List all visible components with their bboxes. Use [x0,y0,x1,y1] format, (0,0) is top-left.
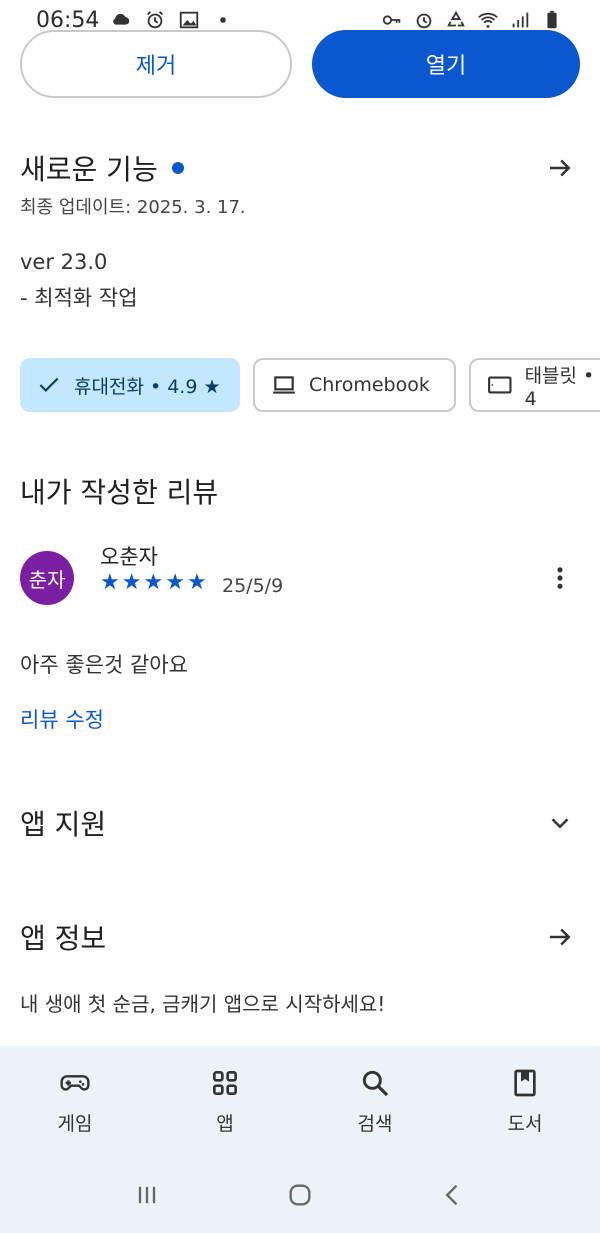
image-icon [177,8,201,32]
my-review-header: 내가 작성한 리뷰 [20,471,580,511]
nav-games-label: 게임 [57,1112,93,1135]
battery-icon [540,8,564,32]
app-info-title: 앱 정보 [20,922,107,955]
key-icon [380,8,404,32]
review-text: 아주 좋은것 같아요 [20,653,188,677]
star-icon: ★ [100,570,120,595]
system-nav-bar [0,1156,600,1233]
my-review-title: 내가 작성한 리뷰 [20,476,219,509]
status-time: 06:54 [36,7,100,33]
remove-button[interactable]: 제거 [20,30,292,98]
review-date: 25/5/9 [222,575,284,597]
bottom-nav: 게임 앱 검색 도서 [0,1046,600,1156]
version-text: ver 23.0 [20,250,108,274]
nav-books[interactable]: 도서 [450,1046,600,1156]
recycle-icon [444,8,468,32]
new-indicator-dot [171,162,184,174]
search-icon [362,1070,389,1096]
app-info-header[interactable]: 앱 정보 [20,917,580,957]
nav-search[interactable]: 검색 [300,1046,450,1156]
chevron-down-icon[interactable] [540,803,580,843]
wifi-icon [476,8,500,32]
open-button[interactable]: 열기 [312,30,580,98]
star-icon: ★ [121,570,142,595]
release-note: - 최적화 작업 [20,286,138,310]
arrow-right-icon[interactable] [540,148,580,188]
alarm-icon [143,8,167,32]
nav-apps-label: 앱 [216,1112,234,1135]
nav-search-label: 검색 [357,1112,393,1135]
back-icon[interactable] [433,1175,473,1215]
chip-tablet-label: 태블릿 • 4 [524,364,595,410]
reviewer-name: 오춘자 [100,545,158,569]
star-icon: ★ [143,570,164,595]
home-icon[interactable] [280,1175,320,1215]
avatar: 춘자 [20,551,74,605]
star-icon: ★ [186,570,207,595]
recent-apps-icon[interactable] [127,1175,167,1215]
signal-icon [508,8,532,32]
gamepad-icon [60,1074,90,1091]
edit-review-link[interactable]: 리뷰 수정 [20,704,104,734]
nav-games[interactable]: 게임 [0,1046,150,1156]
chip-phone[interactable]: 휴대전화 • 4.9 ★ [20,358,240,412]
last-updated: 최종 업데이트: 2025. 3. 17. [20,197,246,218]
whats-new-title: 새로운 기능 [20,153,158,186]
chip-tablet[interactable]: 태블릿 • 4 [469,358,600,412]
arrow-right-icon[interactable] [540,917,580,957]
tablet-icon [488,376,512,394]
bookmark-book-icon [514,1069,536,1096]
chip-chromebook[interactable]: Chromebook [253,358,456,412]
dot-icon [211,8,235,32]
chip-phone-label: 휴대전화 • 4.9 ★ [74,375,221,398]
check-icon [39,377,59,392]
nav-apps[interactable]: 앱 [150,1046,300,1156]
chip-chromebook-label: Chromebook [309,374,430,396]
laptop-icon [273,376,295,394]
alarm-icon [412,8,436,32]
app-support-title: 앱 지원 [20,808,107,841]
rating-stars: ★ ★ ★ ★ ★ [100,570,207,595]
whats-new-header[interactable]: 새로운 기능 [20,148,580,188]
apps-grid-icon [213,1070,237,1095]
cloud-icon [109,8,133,32]
nav-books-label: 도서 [507,1112,543,1135]
app-info-description: 내 생애 첫 순금, 금캐기 앱으로 시작하세요! [20,992,386,1016]
star-icon: ★ [165,570,185,595]
app-support-header[interactable]: 앱 지원 [20,803,580,843]
action-buttons: 제거 열기 [20,30,580,98]
more-options-icon[interactable] [545,560,575,596]
